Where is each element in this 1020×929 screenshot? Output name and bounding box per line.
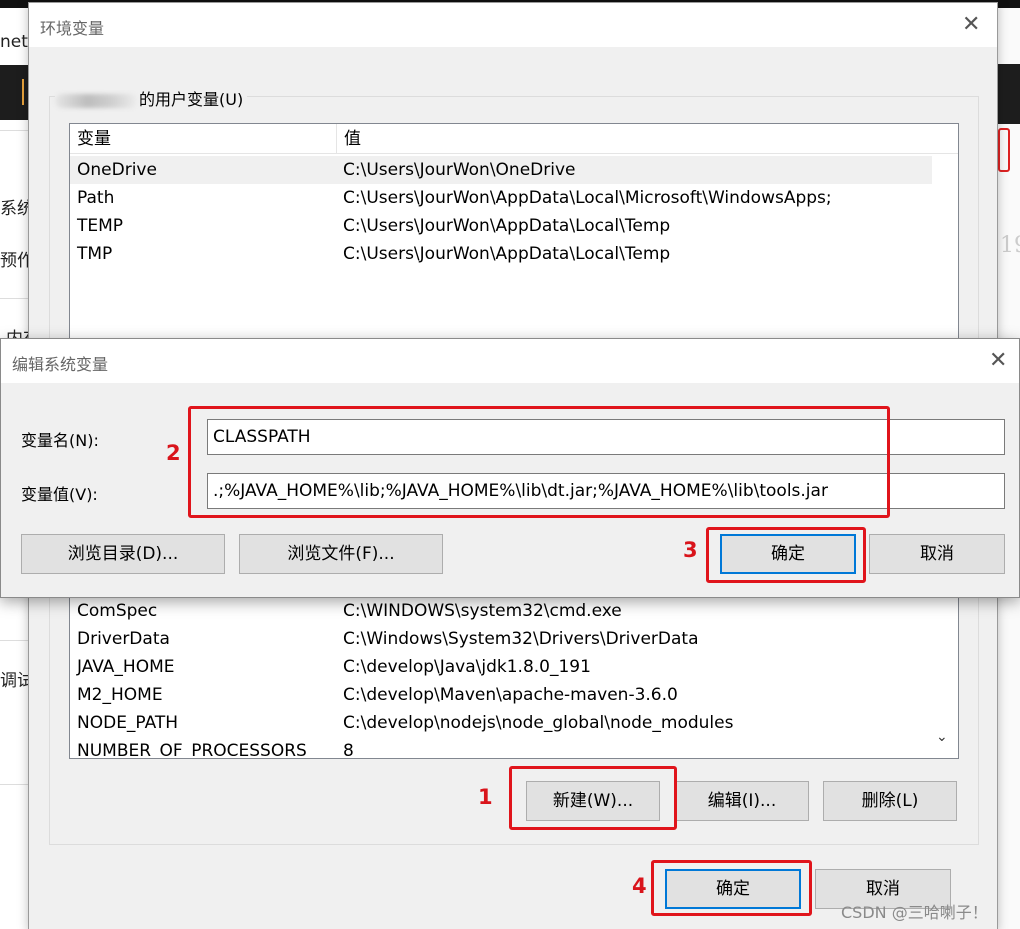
annotation-box-step-2 [188,406,890,518]
watermark: CSDN @三哈喇子！ [841,903,988,922]
user-variables-label: 的用户变量(U) [55,86,248,110]
variable-value: C:\Users\JourWon\AppData\Local\Microsoft… [343,188,832,208]
chevron-down-icon[interactable]: ⌄ [936,729,948,745]
variable-value: C:\Users\JourWon\AppData\Local\Temp [343,244,671,264]
list-item[interactable]: JAVA_HOME C:\develop\Java\jdk1.8.0_191 [70,653,932,681]
annotation-number-3: 3 [683,538,698,562]
variable-name: NODE_PATH [77,713,179,733]
edit-dialog-title: 编辑系统变量 [12,355,109,374]
column-header-value[interactable]: 值 [336,124,932,154]
column-header-variable[interactable]: 变量 [70,124,336,154]
list-item[interactable]: OneDrive C:\Users\JourWon\OneDrive [70,156,932,184]
background-toolbar [0,65,30,120]
user-variables-list[interactable]: 变量 值 OneDrive C:\Users\JourWon\OneDrive … [69,123,959,353]
browse-directory-button[interactable]: 浏览目录(D)... [21,534,225,574]
browse-file-button[interactable]: 浏览文件(F)... [239,534,443,574]
background-text: 19 [1000,233,1020,258]
variable-name: M2_HOME [77,685,163,705]
annotation-box-step-1 [509,766,677,830]
list-item[interactable]: NUMBER_OF_PROCESSORS 8 [70,737,932,759]
list-item[interactable]: Path C:\Users\JourWon\AppData\Local\Micr… [70,184,932,212]
annotation-number-1: 1 [478,785,493,809]
list-item[interactable]: DriverData C:\Windows\System32\Drivers\D… [70,625,932,653]
variable-name: NUMBER_OF_PROCESSORS [77,741,307,759]
variable-value: C:\develop\nodejs\node_global\node_modul… [343,713,734,733]
env-dialog-title: 环境变量 [40,19,105,38]
list-item[interactable]: TMP C:\Users\JourWon\AppData\Local\Temp [70,240,932,268]
variable-value: C:\develop\Maven\apache-maven-3.6.0 [343,685,678,705]
variable-value-label: 变量值(V): [21,485,98,504]
list-item[interactable]: TEMP C:\Users\JourWon\AppData\Local\Temp [70,212,932,240]
close-icon[interactable]: ✕ [962,14,980,36]
blurred-username [55,93,137,108]
list-header: 变量 值 [70,124,958,154]
edit-titlebar: 编辑系统变量 ✕ [1,339,1019,383]
edit-variable-button[interactable]: 编辑(I)... [675,781,809,821]
variable-name: OneDrive [77,160,157,180]
variable-value: C:\develop\Java\jdk1.8.0_191 [343,657,591,677]
list-item[interactable]: ComSpec C:\WINDOWS\system32\cmd.exe [70,597,932,625]
variable-value: 8 [343,741,354,759]
list-item[interactable]: NODE_PATH C:\develop\nodejs\node_global\… [70,709,932,737]
variable-name: TMP [77,244,113,264]
system-variables-list[interactable]: ComSpec C:\WINDOWS\system32\cmd.exe Driv… [69,595,959,759]
variable-name: Path [77,188,115,208]
variable-value: C:\Users\JourWon\AppData\Local\Temp [343,216,671,236]
variable-name: ComSpec [77,601,158,621]
annotation-number-2: 2 [166,441,181,465]
variable-value: C:\Users\JourWon\OneDrive [343,160,576,180]
variable-name: JAVA_HOME [77,657,175,677]
annotation-number-4: 4 [632,874,647,898]
annotation-box-step-4 [651,860,812,916]
edit-cancel-button[interactable]: 取消 [869,534,1005,574]
annotation-box-step-3 [706,527,866,583]
variable-name: DriverData [77,629,170,649]
close-icon[interactable]: ✕ [989,350,1007,372]
env-titlebar: 环境变量 ✕ [29,3,997,47]
variable-name: TEMP [77,216,124,236]
variable-value: C:\Windows\System32\Drivers\DriverData [343,629,699,649]
delete-variable-button[interactable]: 删除(L) [823,781,957,821]
list-item[interactable]: M2_HOME C:\develop\Maven\apache-maven-3.… [70,681,932,709]
variable-name-label: 变量名(N): [21,431,99,450]
variable-value: C:\WINDOWS\system32\cmd.exe [343,601,622,621]
